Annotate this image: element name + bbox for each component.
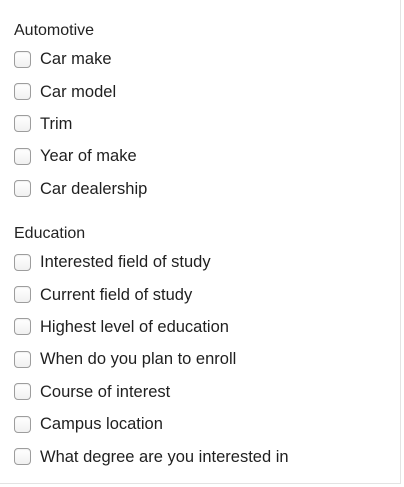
option-label: Current field of study: [40, 285, 193, 304]
option-label: Course of interest: [40, 382, 171, 401]
option-course-of-interest[interactable]: Course of interest: [14, 376, 289, 408]
option-label: Car model: [40, 82, 117, 101]
option-label: Interested field of study: [40, 253, 211, 272]
checkbox[interactable]: [14, 383, 31, 401]
option-interested-field-of-study[interactable]: Interested field of study: [14, 246, 289, 278]
checkbox[interactable]: [14, 448, 31, 466]
option-car-dealership[interactable]: Car dealership: [14, 173, 147, 205]
checkbox[interactable]: [14, 253, 31, 271]
option-campus-location[interactable]: Campus location: [14, 408, 289, 440]
option-car-make[interactable]: Car make: [14, 43, 147, 75]
option-trim[interactable]: Trim: [14, 108, 147, 140]
education-group: Education Interested field of study Curr…: [14, 224, 289, 473]
checkbox[interactable]: [14, 180, 31, 198]
option-label: What degree are you interested in: [40, 447, 289, 466]
option-degree-interested-in[interactable]: What degree are you interested in: [14, 440, 289, 472]
checkbox[interactable]: [14, 286, 31, 304]
option-year-of-make[interactable]: Year of make: [14, 140, 147, 172]
checkbox[interactable]: [14, 83, 31, 101]
education-options: Interested field of study Current field …: [14, 246, 289, 473]
group-title-automotive: Automotive: [14, 22, 95, 39]
option-label: Highest level of education: [40, 317, 229, 336]
checkbox[interactable]: [14, 115, 31, 133]
option-car-model[interactable]: Car model: [14, 75, 147, 107]
option-label: Car make: [40, 50, 112, 69]
option-label: Trim: [40, 114, 73, 133]
checkbox[interactable]: [14, 50, 31, 68]
option-label: When do you plan to enroll: [40, 350, 237, 369]
filter-panel: Automotive Car make Car model Trim Year …: [0, 0, 401, 484]
option-when-plan-to-enroll[interactable]: When do you plan to enroll: [14, 343, 289, 375]
group-title-education: Education: [14, 225, 86, 242]
option-label: Car dealership: [40, 179, 148, 198]
option-current-field-of-study[interactable]: Current field of study: [14, 278, 289, 310]
automotive-options: Car make Car model Trim Year of make Car…: [14, 43, 147, 205]
checkbox[interactable]: [14, 147, 31, 165]
automotive-group: Automotive Car make Car model Trim Year …: [14, 21, 147, 205]
checkbox[interactable]: [14, 415, 31, 433]
option-label: Year of make: [40, 147, 137, 166]
checkbox[interactable]: [14, 350, 31, 368]
checkbox[interactable]: [14, 318, 31, 336]
option-label: Campus location: [40, 415, 163, 434]
option-highest-level-of-education[interactable]: Highest level of education: [14, 311, 289, 343]
